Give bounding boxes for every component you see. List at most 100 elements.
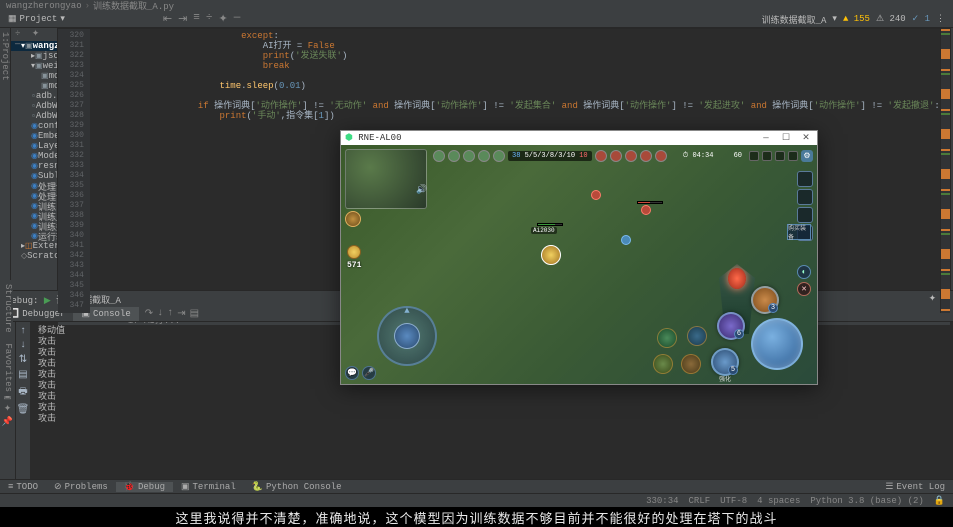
encoding[interactable]: UTF-8 — [720, 496, 747, 506]
caret-position[interactable]: 330:34 — [646, 496, 678, 506]
run-config-name[interactable]: 训练数据截取_A — [762, 13, 827, 26]
speaker-icon[interactable]: 🔊 — [416, 185, 427, 195]
collapse-icon[interactable]: ⇤ — [163, 12, 172, 26]
attack-signal-icon[interactable] — [775, 151, 785, 161]
interpreter[interactable]: Python 3.8 (base) (2) — [810, 496, 923, 506]
game-minimap[interactable] — [345, 149, 427, 209]
voice-button[interactable]: 🎤 — [362, 366, 376, 380]
buy-item-button[interactable]: 购买装备 — [787, 224, 811, 240]
retreat-icon[interactable] — [762, 151, 772, 161]
print-icon[interactable]: 🖶 — [18, 384, 27, 401]
window-title: RNE-AL00 — [358, 133, 401, 143]
hide-icon[interactable]: — — [234, 12, 241, 26]
ally-hero-icon[interactable] — [463, 150, 475, 162]
ally-hero-icon[interactable] — [478, 150, 490, 162]
skill-3-button[interactable]: 3 — [751, 286, 779, 314]
signal-icon[interactable] — [749, 151, 759, 161]
console-controls: ↑ ↓ ⇅ ▤ 🖶 🗑 — [15, 322, 30, 479]
item-slot[interactable] — [797, 189, 813, 205]
skill-cancel-button[interactable]: ✕ — [797, 282, 811, 296]
enemy-hero-icon[interactable] — [595, 150, 607, 162]
hints-badge[interactable]: ⚠ 240 — [876, 14, 906, 24]
todo-tab[interactable]: ≡ TODO — [0, 482, 46, 492]
item-slot[interactable] — [797, 171, 813, 187]
gather-icon[interactable] — [788, 151, 798, 161]
shop-button[interactable] — [345, 211, 361, 227]
lock-icon[interactable]: 🔒 — [934, 496, 945, 506]
tree-node[interactable]: ◉resnet_utils.py — [11, 161, 57, 171]
chat-button[interactable]: 💬 — [345, 366, 359, 380]
status-bar: 330:34 CRLF UTF-8 4 spaces Python 3.8 (b… — [0, 493, 953, 507]
settings-icon[interactable]: ⚙ — [801, 150, 813, 162]
movement-joystick[interactable]: ▲ — [377, 306, 437, 366]
tree-node[interactable]: ▫AdbWinApi.dll — [11, 101, 57, 111]
divide-icon[interactable]: ÷ — [206, 12, 213, 26]
tree-node[interactable]: ▣model_weights_O35 — [11, 81, 57, 91]
enemy-hero-icon[interactable] — [640, 150, 652, 162]
event-log-tab[interactable]: ☰ Event Log — [877, 482, 953, 492]
more-icon[interactable]: ⋮ — [936, 14, 945, 24]
favorites-tool[interactable]: Structure Favorites — [0, 280, 13, 396]
settings-icon[interactable]: ✦ — [219, 12, 228, 26]
close-icon[interactable]: ✕ — [799, 133, 813, 143]
recall-button[interactable] — [653, 354, 673, 374]
tree-node[interactable]: ◉运行辅助.py — [11, 231, 57, 241]
scroll-icon[interactable]: ▤ — [18, 369, 27, 381]
python-console-tab[interactable]: 🐍 Python Console — [244, 482, 350, 492]
minimize-icon[interactable]: — — [759, 133, 773, 143]
enemy-hero-icon[interactable] — [610, 150, 622, 162]
pin-icon[interactable]: ✦ — [4, 404, 12, 414]
emulator-titlebar[interactable]: ⬢ RNE-AL00 — ☐ ✕ — [341, 131, 817, 145]
problems-tab[interactable]: ⊘ Problems — [46, 482, 116, 492]
tree-node[interactable]: ◉Embed.py — [11, 131, 57, 141]
tree-node[interactable]: ◉config.py — [11, 121, 57, 131]
joystick-arrow-icon: ▲ — [404, 306, 409, 316]
restore-button[interactable] — [657, 328, 677, 348]
skill-2-button[interactable]: 6 — [717, 312, 745, 340]
tree-node[interactable]: ◉Layers.py — [11, 141, 57, 151]
video-subtitle: 这里我说得并不清楚，准确地说，这个模型因为训练数据不够目前并不能很好的处理在塔下… — [0, 507, 953, 527]
emulator-window[interactable]: ⬢ RNE-AL00 — ☐ ✕ 🔊 38 5/5/3/8/3/10 10 ⏱ … — [340, 130, 818, 385]
project-dropdown[interactable]: ▦ Project ▾ — [0, 14, 73, 24]
lock-target-button[interactable]: ◐ — [797, 265, 811, 279]
up-badge[interactable]: ✓ 1 — [912, 14, 930, 24]
select-icon[interactable]: ≡ — [193, 12, 200, 26]
tree-node[interactable]: ◇Scratches and Consoles — [11, 251, 57, 261]
expand-icon[interactable]: ⇥ — [178, 12, 187, 26]
debug-tool-tab[interactable]: 🐞 Debug — [116, 482, 173, 492]
tree-node[interactable]: ▫adb.exe — [11, 91, 57, 101]
tree-node[interactable]: ▫AdbWinUsbApi.dll — [11, 111, 57, 121]
terminal-tab[interactable]: ▣ Terminal — [173, 482, 244, 492]
summoner-skill-2[interactable] — [687, 326, 707, 346]
minimap[interactable] — [940, 29, 950, 313]
tree-node[interactable]: ▾▣weights — [11, 61, 57, 71]
tree-node[interactable]: ◉ModelA.py — [11, 151, 57, 161]
tree-node[interactable]: ▸◫External Libraries — [11, 241, 57, 251]
chevron-down-icon[interactable]: ▾ — [832, 14, 837, 24]
tree-node[interactable]: ▣model_weights — [11, 71, 57, 81]
enemy-hero-icon[interactable] — [625, 150, 637, 162]
gold-display[interactable]: 571 — [347, 245, 361, 270]
skill-1-button[interactable]: 5 强化 — [711, 348, 739, 376]
ally-hero-icon[interactable] — [433, 150, 445, 162]
indent[interactable]: 4 spaces — [757, 496, 800, 506]
down-icon[interactable]: ↓ — [20, 340, 26, 351]
ally-hero-icon[interactable] — [448, 150, 460, 162]
wrap-icon[interactable]: ⇅ — [19, 354, 27, 366]
summoner-skill-1[interactable] — [681, 354, 701, 374]
player-hero — [541, 245, 561, 265]
line-ending[interactable]: CRLF — [689, 496, 711, 506]
ally-hero-icon[interactable] — [493, 150, 505, 162]
up-icon[interactable]: ↑ — [20, 326, 26, 337]
enemy-hero-icon[interactable] — [655, 150, 667, 162]
more-icon[interactable]: 📌 — [2, 417, 13, 427]
basic-attack-button[interactable] — [751, 318, 803, 370]
item-slot[interactable] — [797, 207, 813, 223]
warnings-badge[interactable]: ▲ 155 — [843, 14, 870, 24]
game-viewport[interactable]: 🔊 38 5/5/3/8/3/10 10 ⏱ 04:34 60 ⚙ — [341, 145, 817, 384]
scoreboard[interactable]: 38 5/5/3/8/3/10 10 — [508, 151, 592, 161]
left-tool-strip[interactable]: 1:Project — [0, 28, 11, 290]
clear-icon[interactable]: 🗑 — [17, 404, 30, 416]
maximize-icon[interactable]: ☐ — [779, 133, 793, 143]
tree-node[interactable]: ▸▣json — [11, 51, 57, 61]
